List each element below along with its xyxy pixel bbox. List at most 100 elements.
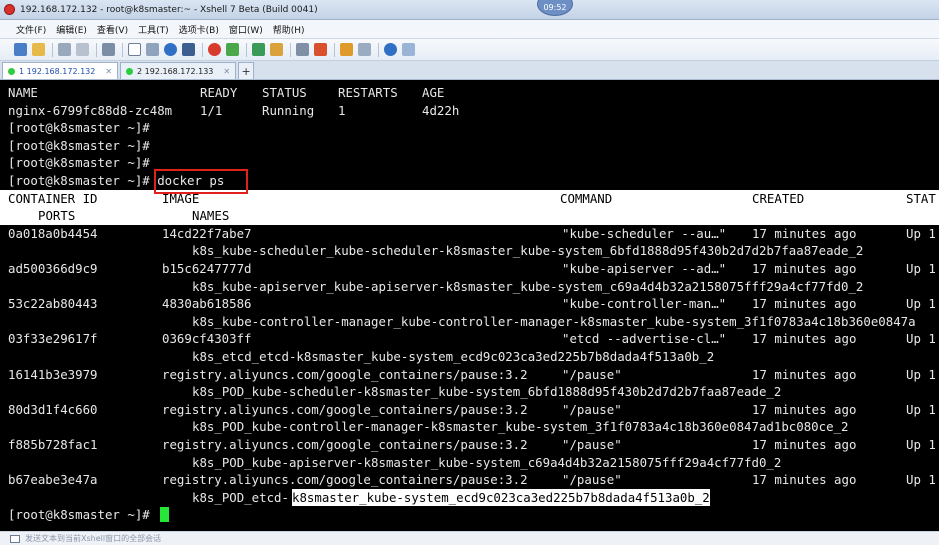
menu-view[interactable]: 查看(V) (97, 23, 128, 36)
terminal-line: 03f33e29617f 0369cf4303ff "etcd --advertis… (0, 330, 939, 348)
terminal-line: [root@k8smaster ~]# (0, 506, 939, 524)
terminal-text: 1/1 (200, 102, 223, 118)
terminal-line: nginx-6799fc88d8-zc48m 1/1 Running 1 4d22h (0, 102, 939, 120)
terminal-text: CREATED (752, 190, 805, 206)
menu-tab[interactable]: 选项卡(B) (179, 23, 219, 36)
keyboard-icon[interactable] (296, 43, 309, 56)
terminal-line: PORTS NAMES (0, 207, 939, 225)
connect-icon[interactable] (58, 43, 71, 56)
terminal-line: k8s_kube-controller-manager_kube-control… (0, 313, 939, 331)
menu-file[interactable]: 文件(F) (16, 23, 46, 36)
terminal-text: nginx-6799fc88d8-zc48m (8, 102, 173, 118)
help-icon[interactable] (384, 43, 397, 56)
terminal-text: "/pause" (562, 472, 622, 488)
terminal-text: k8smaster_kube-system_ecd9c023ca3ed225b7… (292, 488, 710, 507)
terminal-text: registry.aliyuncs.com/google_containers/… (162, 437, 528, 452)
terminal-text: b15c6247777d (162, 261, 252, 276)
close-icon[interactable]: ✕ (223, 67, 230, 76)
terminal-line: k8s_kube-apiserver_kube-apiserver-k8smas… (0, 278, 939, 296)
new-session-icon[interactable] (14, 43, 27, 56)
transfer-icon[interactable] (226, 43, 239, 56)
terminal-text: "kube-scheduler --au…" (562, 225, 727, 241)
terminal-text: 53c22ab80443 (8, 296, 98, 312)
terminal-text: [root@k8smaster ~]# (8, 155, 150, 171)
lock-icon[interactable] (270, 43, 283, 56)
toolbar-separator (246, 42, 247, 57)
terminal-text: AGE (422, 85, 445, 100)
terminal-text: Up 1 (906, 296, 936, 312)
compose-bar-icon[interactable] (10, 534, 20, 543)
open-folder-icon[interactable] (32, 43, 45, 56)
terminal-text: 17 minutes ago (752, 331, 857, 347)
terminal-line: [root@k8smaster ~]# (0, 154, 939, 172)
terminal-text: Up 1 (906, 331, 936, 347)
toolbar-separator (96, 42, 97, 57)
terminal-text: STAT (906, 190, 936, 206)
tab-session-1[interactable]: 1 192.168.172.132 ✕ (2, 62, 119, 79)
terminal-line: CONTAINER ID IMAGE COMMAND CREATED STAT (0, 189, 939, 208)
terminal-text: k8s_kube-apiserver_kube-apiserver-k8smas… (192, 278, 864, 294)
terminal-text: Running (262, 102, 315, 118)
terminal-text: READY (200, 85, 238, 100)
xftp-icon[interactable] (208, 43, 221, 56)
tab-session-2[interactable]: 2 192.168.172.133 ✕ (120, 62, 237, 79)
properties-icon[interactable] (102, 43, 115, 56)
close-icon[interactable]: ✕ (105, 67, 112, 76)
menu-help[interactable]: 帮助(H) (273, 23, 305, 36)
chat-icon[interactable] (402, 43, 415, 56)
menu-edit[interactable]: 编辑(E) (56, 23, 87, 36)
layout-icon[interactable] (358, 43, 371, 56)
font-icon[interactable] (182, 43, 195, 56)
disconnect-icon[interactable] (76, 43, 89, 56)
terminal-line: 16141b3e3979 registry.aliyuncs.com/google… (0, 366, 939, 384)
terminal-line: [root@k8smaster ~]# (0, 119, 939, 137)
terminal-text: 17 minutes ago (752, 261, 857, 276)
toolbar-separator (334, 42, 335, 57)
terminal-text: 80d3d1f4c660 (8, 401, 98, 417)
connection-status-icon (8, 67, 15, 75)
terminal-text: 17 minutes ago (752, 366, 857, 382)
terminal-text: [root@k8smaster ~]# (8, 120, 150, 136)
tab-label: 1 192.168.172.132 (19, 66, 96, 76)
terminal-text: registry.aliyuncs.com/google_containers/… (162, 472, 528, 488)
menu-tools[interactable]: 工具(T) (138, 23, 169, 36)
terminal-text: "/pause" (562, 437, 622, 452)
highlight-icon[interactable] (314, 43, 327, 56)
terminal-text: 14cd22f7abe7 (162, 225, 252, 241)
terminal-line: b67eabe3e47a registry.aliyuncs.com/google… (0, 471, 939, 489)
terminal-line: k8s_POD_kube-controller-manager-k8smaste… (0, 418, 939, 436)
menu-bar: 文件(F) 编辑(E) 查看(V) 工具(T) 选项卡(B) 窗口(W) 帮助(… (0, 20, 939, 39)
terminal-text: k8s_kube-controller-manager_kube-control… (192, 313, 916, 329)
terminal-text: k8s_kube-scheduler_kube-scheduler-k8smas… (192, 243, 864, 259)
toolbar (0, 39, 939, 61)
terminal-text: NAME (8, 85, 38, 100)
terminal-line: NAME READY STATUS RESTARTS AGE (0, 84, 939, 102)
terminal-text: 17 minutes ago (752, 472, 857, 488)
terminal-text: COMMAND (560, 190, 613, 206)
title-bar: 192.168.172.132 - root@k8smaster:~ - Xsh… (0, 0, 939, 20)
new-tab-button[interactable]: + (238, 62, 255, 79)
terminal-line: k8s_kube-scheduler_kube-scheduler-k8smas… (0, 242, 939, 260)
menu-window[interactable]: 窗口(W) (229, 23, 263, 36)
terminal-line: 53c22ab80443 4830ab618586 "kube-controller… (0, 295, 939, 313)
terminal-line: [root@k8smaster ~]# docker ps (0, 172, 939, 190)
terminal-text: STATUS (262, 85, 307, 100)
terminal-output[interactable]: NAME READY STATUS RESTARTS AGE nginx-6799fc88… (0, 80, 939, 531)
toolbar-separator (122, 42, 123, 57)
script-icon[interactable] (340, 43, 353, 56)
terminal-text: 16141b3e3979 (8, 366, 98, 382)
terminal-text: 4d22h (422, 102, 460, 118)
terminal-line: k8s_POD_kube-apiserver-k8smaster_kube-sy… (0, 454, 939, 472)
terminal-text: b67eabe3e47a (8, 472, 98, 488)
terminal-text: "etcd --advertise-cl…" (562, 331, 727, 347)
terminal-cursor (160, 507, 169, 523)
fullscreen-icon[interactable] (252, 43, 265, 56)
status-bar: 发送文本到当前Xshell窗口的全部会话 (0, 531, 939, 545)
globe-icon[interactable] (164, 43, 177, 56)
terminal-text: [root@k8smaster ~]# (8, 507, 150, 523)
copy-icon[interactable] (146, 43, 159, 56)
terminal-line: f885b728fac1 registry.aliyuncs.com/google… (0, 436, 939, 454)
search-icon[interactable] (128, 43, 141, 56)
terminal-line: k8s_POD_kube-scheduler-k8smaster_kube-sy… (0, 383, 939, 401)
terminal-text: Up 1 (906, 225, 936, 241)
